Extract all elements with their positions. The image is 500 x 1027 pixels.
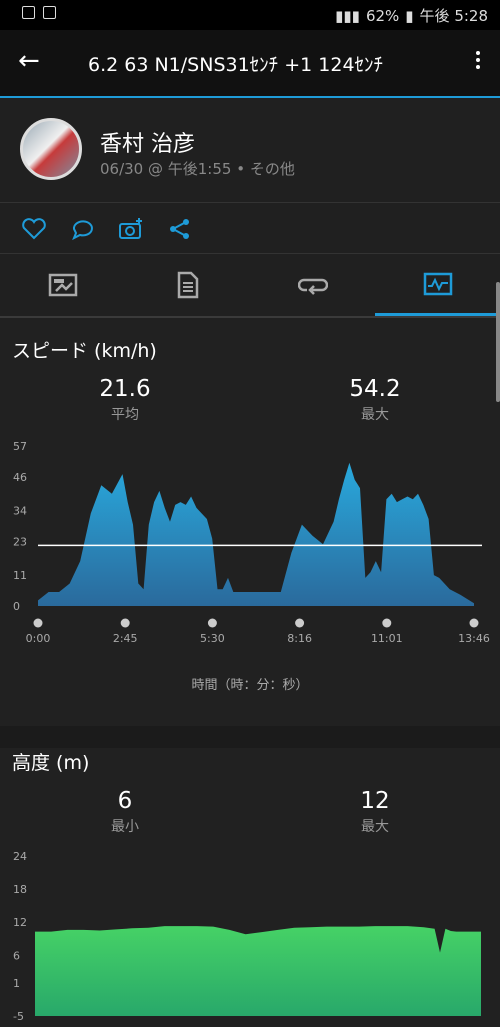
tab-details[interactable] [125,254,250,316]
x-tick-marker [295,618,305,628]
x-tick-marker [382,618,392,628]
notification-icons [22,6,56,19]
status-bar: ▮▮▮ 62% ▮ 午後 5:28 [0,0,500,30]
section-divider [0,726,500,748]
action-row [0,203,500,254]
x-tick-marker [33,618,43,628]
x-tick-label: 0:00 [26,632,51,645]
battery-percent: 62% [365,6,400,25]
activity-meta: 06/30 @ 午後1:55 • その他 [100,160,295,178]
x-tick-label: 13:46 [458,632,490,645]
speed-xlabel: 時間（時：分：秒） [191,678,309,693]
y-tick-label: 18 [13,883,27,896]
x-tick-label: 5:30 [200,632,225,645]
speed-avg-value: 21.6 [99,376,151,402]
series-area [38,462,474,606]
y-tick-label: 1 [13,977,20,990]
speed-avg-label: 平均 [111,407,139,423]
x-tick-marker [120,618,130,628]
more-options-icon[interactable] [476,48,482,72]
y-tick-label: 34 [13,505,27,518]
x-tick-marker [469,618,479,628]
elevation-max-value: 12 [360,788,390,814]
user-name[interactable]: 香村 治彦 [100,126,195,158]
elevation-title: 高度 (m) [12,752,90,774]
camera-add-icon[interactable] [118,217,144,241]
battery-icon: ▮ [405,6,414,25]
y-tick-label: 0 [13,600,20,613]
elevation-max: 12 最大 [315,788,435,836]
signal-icon: ▮▮▮ [335,6,360,25]
checkbox-notification-icon [43,6,56,19]
y-tick-label: 24 [13,850,27,863]
avatar[interactable] [20,118,82,180]
y-tick-label: 11 [13,569,27,582]
tab-laps[interactable] [250,254,375,316]
y-tick-label: 12 [13,916,27,929]
profile-header: 香村 治彦 06/30 @ 午後1:55 • その他 [0,98,500,203]
speed-max-value: 54.2 [349,376,401,402]
details-icon [177,271,198,299]
elevation-max-label: 最大 [361,819,389,835]
scrollbar[interactable] [496,282,500,402]
speed-max-label: 最大 [361,407,389,423]
tab-overview[interactable] [0,254,125,316]
app-bar: ← 6.2 63 N1/SNS31ｾﾝﾁ +1 124ｾﾝﾁ [0,30,500,98]
elevation-chart[interactable]: -5 1 6 12 18 24 [0,844,500,1027]
charts-icon [423,272,452,295]
elevation-min-label: 最小 [111,819,139,835]
heart-icon[interactable] [21,217,47,241]
y-tick-label: 6 [13,949,20,962]
share-icon[interactable] [167,217,193,241]
status-right: ▮▮▮ 62% ▮ 午後 5:28 [335,5,488,26]
elevation-min-value: 6 [117,788,133,814]
y-tick-label: -5 [13,1010,24,1023]
series-area [35,926,481,1016]
activity-title: 6.2 63 N1/SNS31ｾﾝﾁ +1 124ｾﾝﾁ [88,54,384,76]
elevation-section: 高度 (m) 6 最小 12 最大 -5 1 6 12 18 24 [0,748,500,1027]
back-arrow-icon[interactable]: ← [18,46,40,76]
tab-charts[interactable] [375,254,500,316]
speed-max: 54.2 最大 [315,376,435,424]
elevation-min: 6 最小 [65,788,185,836]
image-notification-icon [22,6,35,19]
tab-bar [0,254,500,318]
x-tick-marker [207,618,217,628]
y-tick-label: 23 [13,535,27,548]
overview-icon [48,273,77,297]
speed-chart[interactable]: 0 11 23 34 46 57 0:00 2:45 5:30 8:16 11:01 13:46 [0,430,500,660]
clock: 午後 5:28 [419,7,488,25]
speed-section: スピード (km/h) 21.6 平均 54.2 最大 0 11 23 34 46 57 0… [0,320,500,726]
speed-avg: 21.6 平均 [65,376,185,424]
x-tick-label: 2:45 [113,632,138,645]
laps-icon [297,278,328,295]
y-tick-label: 46 [13,471,27,484]
speed-title: スピード (km/h) [12,340,157,362]
comment-icon[interactable] [70,217,96,241]
x-tick-label: 11:01 [371,632,403,645]
y-tick-label: 57 [13,440,27,453]
x-tick-label: 8:16 [287,632,312,645]
